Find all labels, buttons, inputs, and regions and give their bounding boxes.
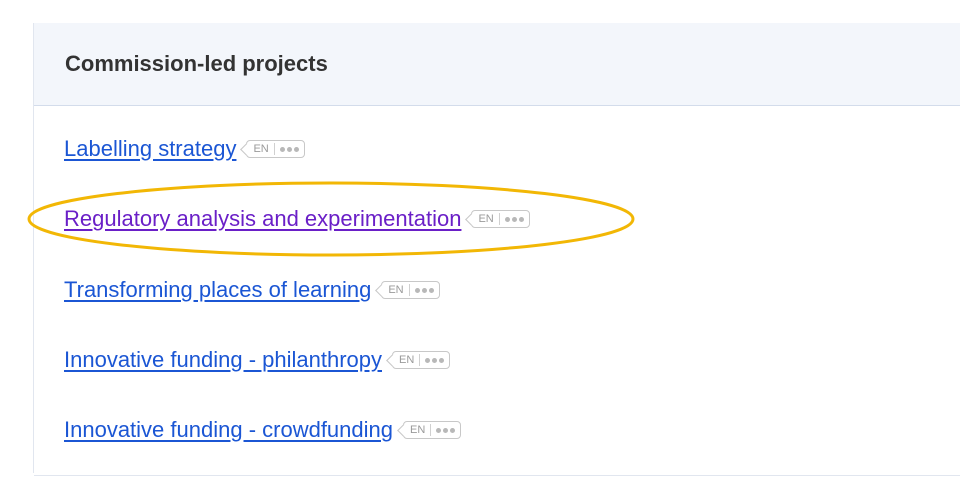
more-dots-icon[interactable] bbox=[414, 287, 434, 293]
list-item: Innovative funding - philanthropy EN bbox=[64, 345, 451, 375]
list-item: Innovative funding - crowdfunding EN bbox=[64, 415, 462, 445]
language-selector[interactable]: EN bbox=[381, 281, 440, 299]
project-link[interactable]: Labelling strategy bbox=[64, 136, 236, 162]
language-selector[interactable]: EN bbox=[403, 421, 462, 439]
project-link[interactable]: Transforming places of learning bbox=[64, 277, 371, 303]
more-dots-icon[interactable] bbox=[504, 216, 524, 222]
list-item: Labelling strategy EN bbox=[64, 134, 305, 164]
panel-title: Commission-led projects bbox=[65, 51, 328, 76]
language-selector[interactable]: EN bbox=[471, 210, 530, 228]
badge-separator bbox=[498, 213, 500, 225]
list-item: Transforming places of learning EN bbox=[64, 275, 440, 305]
language-code: EN bbox=[253, 143, 269, 155]
language-code: EN bbox=[388, 284, 404, 296]
project-link[interactable]: Regulatory analysis and experimentation bbox=[64, 206, 461, 232]
badge-separator bbox=[430, 424, 432, 436]
language-selector[interactable]: EN bbox=[392, 351, 451, 369]
language-code: EN bbox=[399, 354, 415, 366]
more-dots-icon[interactable] bbox=[279, 146, 299, 152]
language-selector[interactable]: EN bbox=[246, 140, 305, 158]
badge-separator bbox=[419, 354, 421, 366]
language-code: EN bbox=[478, 213, 494, 225]
language-code: EN bbox=[410, 424, 426, 436]
commission-projects-panel: Commission-led projects Labelling strate… bbox=[33, 23, 960, 476]
more-dots-icon[interactable] bbox=[436, 427, 456, 433]
bottom-divider bbox=[34, 475, 960, 476]
list-item: Regulatory analysis and experimentation … bbox=[64, 204, 530, 234]
badge-separator bbox=[273, 143, 275, 155]
more-dots-icon[interactable] bbox=[425, 357, 445, 363]
badge-separator bbox=[408, 284, 410, 296]
project-link[interactable]: Innovative funding - philanthropy bbox=[64, 347, 382, 373]
project-link[interactable]: Innovative funding - crowdfunding bbox=[64, 417, 393, 443]
panel-header: Commission-led projects bbox=[34, 23, 960, 106]
